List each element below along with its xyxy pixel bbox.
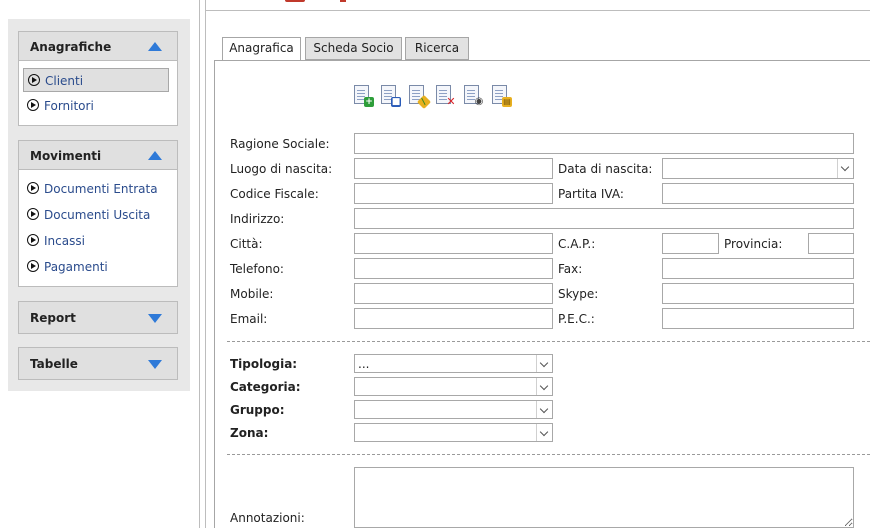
label-tipologia: Tipologia:: [230, 357, 298, 371]
tipologia-select[interactable]: ...: [354, 354, 553, 373]
play-circle-icon: [28, 74, 40, 86]
label-gruppo: Gruppo:: [230, 403, 285, 417]
sidebar-item-label: Documenti Entrata: [44, 182, 158, 196]
header-divider: [205, 10, 870, 11]
section-divider: [227, 454, 870, 455]
gruppo-select[interactable]: [354, 400, 553, 419]
tab-anagrafica[interactable]: Anagrafica: [222, 37, 301, 61]
partita-iva-input[interactable]: [662, 183, 854, 204]
sidebar-item-label: Pagamenti: [44, 260, 108, 274]
label-cap: C.A.P.:: [558, 237, 596, 251]
label-skype: Skype:: [558, 287, 599, 301]
skype-input[interactable]: [662, 283, 854, 304]
chevron-down-icon[interactable]: [837, 159, 853, 178]
sidebar-item-label: Clienti: [45, 74, 84, 88]
label-email: Email:: [230, 312, 268, 326]
panel-title: Tabelle: [30, 357, 78, 371]
tab-scheda-socio[interactable]: Scheda Socio: [305, 37, 402, 60]
header-accent: [340, 0, 346, 2]
label-indirizzo: Indirizzo:: [230, 212, 285, 226]
email-input[interactable]: [354, 308, 553, 329]
print-document-icon[interactable]: ▤: [492, 85, 512, 107]
chevron-down-icon[interactable]: [536, 401, 552, 418]
sidebar-item-documenti-entrata[interactable]: Documenti Entrata: [23, 177, 169, 201]
pec-input[interactable]: [662, 308, 854, 329]
panel-header-movimenti[interactable]: Movimenti: [18, 140, 178, 170]
panel-header-tabelle[interactable]: Tabelle: [18, 347, 178, 380]
data-nascita-picker[interactable]: [662, 158, 854, 179]
label-categoria: Categoria:: [230, 380, 301, 394]
fax-input[interactable]: [662, 258, 854, 279]
label-zona: Zona:: [230, 426, 269, 440]
play-circle-icon: [27, 99, 39, 111]
expand-arrow-icon[interactable]: [148, 360, 162, 369]
play-circle-icon: [27, 234, 39, 246]
collapse-arrow-icon[interactable]: [148, 42, 162, 51]
view-document-icon[interactable]: ◉: [464, 85, 483, 107]
categoria-select[interactable]: [354, 377, 553, 396]
label-luogo-nascita: Luogo di nascita:: [230, 162, 333, 176]
sidebar-item-fornitori[interactable]: Fornitori: [23, 94, 169, 118]
chevron-down-icon[interactable]: [536, 424, 552, 441]
expand-arrow-icon[interactable]: [148, 314, 162, 323]
panel-header-anagrafiche[interactable]: Anagrafiche: [18, 31, 178, 61]
panel-header-report[interactable]: Report: [18, 301, 178, 334]
panel-title: Report: [30, 311, 76, 325]
mobile-input[interactable]: [354, 283, 553, 304]
panel-body-movimenti: Documenti Entrata Documenti Uscita Incas…: [18, 170, 178, 287]
label-annotazioni: Annotazioni:: [230, 511, 305, 525]
label-mobile: Mobile:: [230, 287, 274, 301]
luogo-nascita-input[interactable]: [354, 158, 553, 179]
sidebar-item-label: Documenti Uscita: [44, 208, 151, 222]
sidebar: Anagrafiche Clienti Fornitori Movimenti …: [8, 19, 190, 391]
sidebar-item-label: Incassi: [44, 234, 85, 248]
annotazioni-textarea[interactable]: [354, 467, 854, 528]
zona-select[interactable]: [354, 423, 553, 442]
cap-input[interactable]: [662, 233, 719, 254]
panel-title: Anagrafiche: [30, 40, 112, 54]
codice-fiscale-input[interactable]: [354, 183, 553, 204]
citta-input[interactable]: [354, 233, 553, 254]
tipologia-value: ...: [358, 357, 370, 371]
label-pec: P.E.C.:: [558, 312, 595, 326]
sidebar-divider: [199, 0, 200, 528]
sidebar-item-incassi[interactable]: Incassi: [23, 229, 169, 253]
collapse-arrow-icon[interactable]: [148, 151, 162, 160]
label-codice-fiscale: Codice Fiscale:: [230, 187, 319, 201]
delete-document-icon[interactable]: ✕: [436, 85, 456, 107]
sidebar-item-documenti-uscita[interactable]: Documenti Uscita: [23, 203, 169, 227]
ragione-sociale-input[interactable]: [354, 133, 854, 154]
indirizzo-input[interactable]: [354, 208, 854, 229]
sidebar-item-clienti[interactable]: Clienti: [23, 68, 169, 92]
label-fax: Fax:: [558, 262, 583, 276]
sidebar-item-pagamenti[interactable]: Pagamenti: [23, 255, 169, 279]
sidebar-item-label: Fornitori: [44, 99, 94, 113]
provincia-input[interactable]: [808, 233, 854, 254]
label-ragione-sociale: Ragione Sociale:: [230, 137, 330, 151]
label-partita-iva: Partita IVA:: [558, 187, 624, 201]
telefono-input[interactable]: [354, 258, 553, 279]
edit-document-icon[interactable]: /: [409, 85, 432, 110]
section-divider: [227, 341, 870, 342]
chevron-down-icon[interactable]: [536, 378, 552, 395]
play-circle-icon: [27, 208, 39, 220]
label-telefono: Telefono:: [230, 262, 284, 276]
play-circle-icon: [27, 182, 39, 194]
label-data-nascita: Data di nascita:: [558, 162, 653, 176]
panel-title: Movimenti: [30, 149, 102, 163]
save-document-icon[interactable]: ■: [381, 85, 401, 107]
tab-ricerca[interactable]: Ricerca: [405, 37, 469, 60]
sidebar-divider: [205, 0, 206, 528]
top-strip: [0, 0, 870, 10]
new-document-icon[interactable]: +: [354, 85, 374, 107]
label-citta: Città:: [230, 237, 263, 251]
header-accent: [285, 0, 305, 2]
panel-body-anagrafiche: Clienti Fornitori: [18, 61, 178, 126]
play-circle-icon: [27, 260, 39, 272]
chevron-down-icon[interactable]: [536, 355, 552, 372]
label-provincia: Provincia:: [724, 237, 783, 251]
